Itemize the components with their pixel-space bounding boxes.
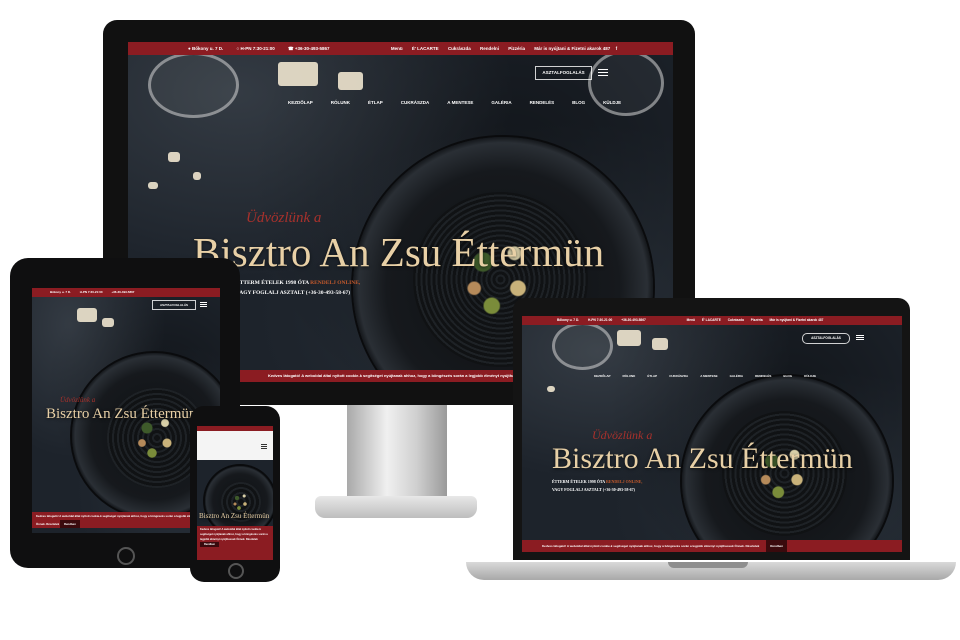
topbar-link-alacarte[interactable]: É' LACARTE [412,42,439,55]
phone-header [197,426,273,460]
hero-headline: Bisztro An Zsu Éttermün [193,229,605,275]
wine-glass-image [588,50,664,116]
tablet-phone-text[interactable]: +36-30-493-5867 [111,288,134,297]
laptop-cookie-bar: Kedves látogató! A weboldal által nyitot… [522,540,902,552]
phone-website-screen: Bisztro An Zsu Éttermün Kedves látogató!… [197,426,273,560]
nav-item-home[interactable]: KEZDŐLAP [288,100,313,105]
hero-subtext: ÉTTERM ÉTELEK 1998 ÓTA RENDELJ ONLINE, V… [236,278,360,298]
glass-image [148,52,239,118]
laptop-nav-gallery[interactable]: GALÉRIA [730,374,744,378]
laptop-nav-contact[interactable]: KÜLDJE [804,374,816,378]
laptop-topbar-link-cukraszda[interactable]: Cukrászda [728,316,744,325]
tablet-hamburger-menu-icon[interactable] [200,302,207,307]
laptop-nav-pastry[interactable]: CUKRÁSZDA [669,374,688,378]
laptop-welcome-text: Üdvözlünk a [592,428,653,442]
laptop-nav-blog[interactable]: BLOG [783,374,792,378]
book-table-button[interactable]: ASZTALFOGLALÁS [535,66,592,80]
nav-item-free[interactable]: A MENTESE [447,100,473,105]
tablet-hours-text: H-PN 7:30-21:00 [79,290,103,294]
nav-item-contact[interactable]: KÜLDJE [603,100,621,105]
laptop-hero-headline: Bisztro An Zsu Éttermün [552,442,853,475]
laptop-cookie-accept-button[interactable]: Rendben [766,540,788,552]
laptop-cookie-text: Kedves látogató! A weboldal által nyitot… [542,544,760,548]
clock-icon: ○ [236,46,240,51]
laptop-notch [668,562,748,568]
laptop-topbar-link-pay[interactable]: Már is nyújtani & Fizetni akarok 487 [770,316,824,325]
order-online-link[interactable]: RENDELJ ONLINE, [310,280,360,286]
laptop-nav-home[interactable]: KEZDŐLAP [594,374,611,378]
topbar-link-menu[interactable]: Menü [391,42,403,55]
laptop-topbar-link-menu[interactable]: Menü [687,316,695,325]
nav-item-order[interactable]: RENDELÉS [530,100,555,105]
main-navigation: KEZDŐLAP RÓLUNK ÉTLAP CUKRÁSZDA A MENTES… [288,100,621,105]
nav-item-menu[interactable]: ÉTLAP [368,100,383,105]
nav-item-pastry[interactable]: CUKRÁSZDA [401,100,430,105]
facebook-icon[interactable]: f [616,42,618,55]
laptop-nav-free[interactable]: A MENTESE [700,374,717,378]
phone-cookie-text: Kedves látogató! A weboldal által nyitot… [200,528,268,541]
welcome-text: Üdvözlünk a [246,210,322,226]
subtext-line2: VAGY FOGLALJ ASZTALT (+36-30-493-58-67) [236,290,351,296]
map-pin-icon: ● [188,46,191,51]
top-info-bar: ● Bőkony u. 7 D. ○ H-PN 7:30-21:00 ☎ +36… [128,42,673,55]
address-text: Bőkony u. 7 D. [191,46,224,51]
laptop-phone-text[interactable]: +36-30-493-5867 [621,316,646,325]
laptop-order-online-link[interactable]: RENDELJ ONLINE, [606,479,642,484]
hours-text: H-PN 7:30-21:00 [240,46,275,51]
laptop-topbar-link-pizzeria[interactable]: Pizzéria [751,316,763,325]
phone-home-button [228,563,244,579]
topbar-link-rendelni[interactable]: Rendelni [480,42,499,55]
phone-text[interactable]: +36-30-493-5867 [295,42,330,55]
topbar-link-cukraszda[interactable]: Cukrászda [448,42,471,55]
laptop-hours-text: H-PN 7:30-21:00 [588,318,613,322]
laptop-hero-subtext: ÉTTERM ÉTELEK 1998 ÓTA RENDELJ ONLINE, V… [552,478,642,494]
laptop-address-text: Bőkony u. 7 D. [557,318,580,322]
laptop-top-info-bar: Bőkony u. 7 D. H-PN 7:30-21:00 +36-30-49… [522,316,902,325]
phone-icon: ☎ [288,46,294,51]
tablet-address-text: Bőkony u. 7 D. [50,290,71,294]
phone-cookie-bar: Kedves látogató! A weboldal által nyitot… [197,526,273,560]
topbar-link-pizzeria[interactable]: Pizzéria [508,42,525,55]
nav-item-about[interactable]: RÓLUNK [331,100,350,105]
topbar-link-pay[interactable]: Már is nyújtani & Fizetni akarok 487 [534,42,610,55]
laptop-main-navigation: KEZDŐLAP RÓLUNK ÉTLAP CUKRÁSZDA A MENTES… [594,374,816,378]
laptop-topbar-link-alacarte[interactable]: É' LACARTE [702,316,721,325]
laptop-subtext-line2: VAGY FOGLALJ ASZTALT (+36-30-493-58-67) [552,487,635,492]
laptop-hamburger-menu-icon[interactable] [856,335,864,340]
tablet-cookie-accept-button[interactable]: Rendben [59,520,80,528]
laptop-nav-order[interactable]: RENDELÉS [755,374,771,378]
subtext-line1: ÉTTERM ÉTELEK 1998 ÓTA [236,280,311,286]
nav-item-blog[interactable]: BLOG [572,100,585,105]
laptop-book-table-button[interactable]: ASZTALFOGLALÁS [802,333,850,344]
phone-hero-headline: Bisztro An Zsu Éttermün [199,512,270,520]
laptop-nav-menu[interactable]: ÉTLAP [647,374,657,378]
tablet-book-table-button[interactable]: ASZTALFOGLALÁS [152,300,196,310]
tablet-home-button [117,547,135,565]
hamburger-menu-icon[interactable] [598,69,608,76]
tablet-welcome-text: Üdvözlünk a [60,396,96,404]
laptop-subtext-line1: ÉTTERM ÉTELEK 1998 ÓTA [552,479,606,484]
nav-item-gallery[interactable]: GALÉRIA [491,100,511,105]
tablet-top-info-bar: Bőkony u. 7 D. H-PN 7:30-21:00 +36-30-49… [32,288,220,297]
monitor-base [315,496,477,518]
monitor-stand [347,405,447,500]
laptop-nav-about[interactable]: RÓLUNK [623,374,636,378]
tablet-hero-headline: Bisztro An Zsu Éttermün [46,406,197,422]
phone-hamburger-menu-icon[interactable] [261,444,267,449]
phone-cookie-accept-button[interactable]: Rendben [200,542,220,547]
laptop-website-screen: Bőkony u. 7 D. H-PN 7:30-21:00 +36-30-49… [522,316,902,552]
